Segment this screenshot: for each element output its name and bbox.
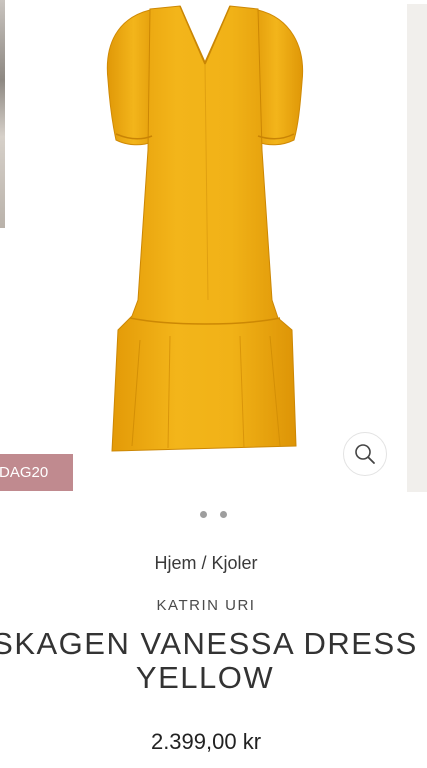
product-price: 2.399,00 kr	[150, 729, 262, 754]
discount-badge: DAG20	[0, 454, 73, 491]
pagination-dot[interactable]	[200, 511, 207, 518]
brand-name[interactable]: KATRIN URI	[0, 597, 412, 614]
pagination-dot[interactable]	[220, 511, 227, 518]
zoom-button[interactable]	[343, 432, 387, 476]
search-icon	[355, 444, 375, 464]
product-title: SKAGEN VANESSA DRESS YELLOW	[0, 627, 420, 695]
product-image-dress[interactable]	[0, 0, 427, 500]
product-title-line: YELLOW	[135, 660, 275, 695]
product-title-line: SKAGEN VANESSA DRESS	[0, 626, 418, 661]
product-image-gallery[interactable]: DAG20	[0, 0, 427, 500]
gallery-pagination	[0, 511, 427, 518]
breadcrumb[interactable]: Hjem / Kjoler	[0, 553, 412, 574]
brand-label-icon	[198, 12, 212, 17]
